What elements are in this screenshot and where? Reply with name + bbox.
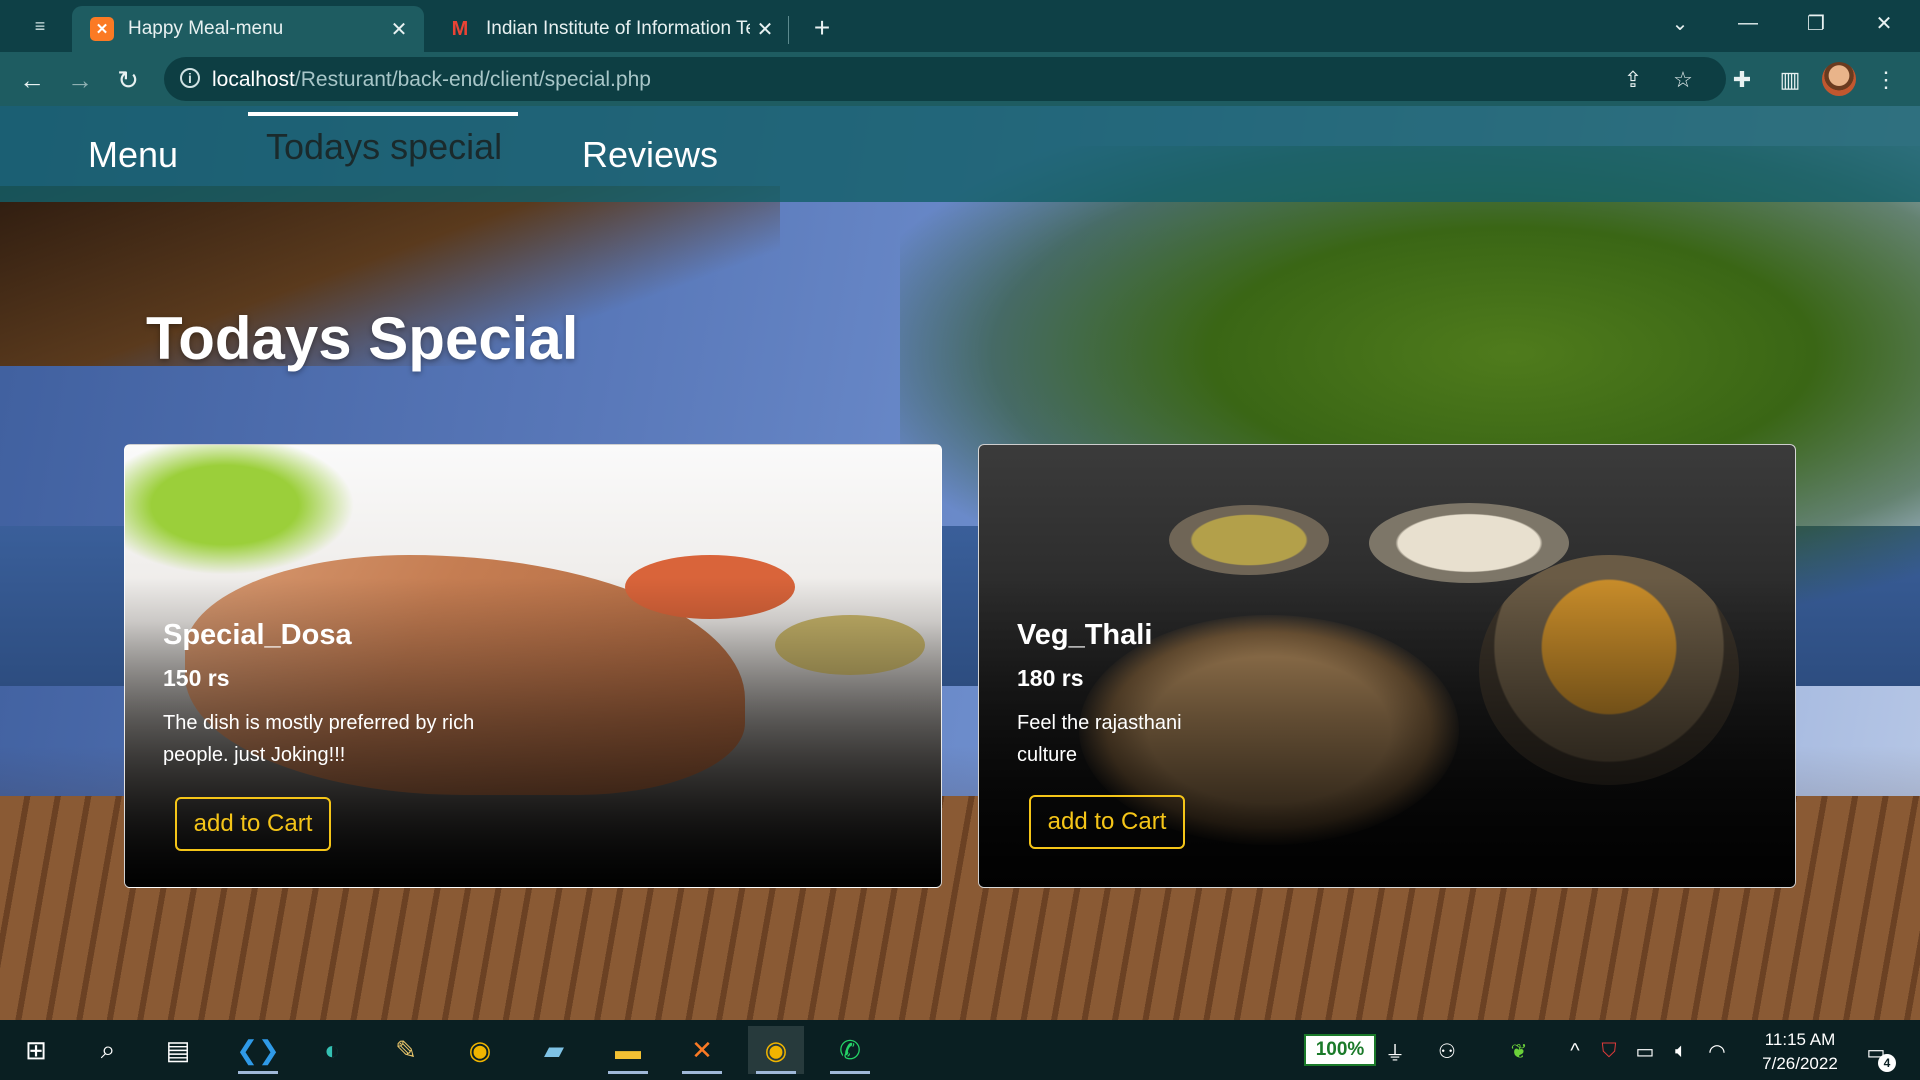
- search-icon[interactable]: ⌕: [80, 1026, 136, 1074]
- card-price: 150 rs: [163, 665, 230, 691]
- chrome-icon[interactable]: ◉: [452, 1026, 508, 1074]
- edge-icon[interactable]: ◐: [304, 1026, 360, 1074]
- add-to-cart-button[interactable]: add to Cart: [1029, 795, 1185, 849]
- clock-date: 7/26/2022: [1762, 1054, 1838, 1073]
- side-panel-icon[interactable]: ▥: [1772, 62, 1808, 98]
- antivirus-shield-icon[interactable]: ⛉: [1594, 1036, 1624, 1066]
- card-title: Veg_Thali: [1017, 619, 1153, 651]
- minimize-icon[interactable]: —: [1718, 6, 1778, 40]
- wifi-icon[interactable]: ◠: [1702, 1036, 1732, 1066]
- gmail-icon: M: [451, 17, 469, 40]
- restore-icon[interactable]: ❐: [1786, 6, 1846, 40]
- back-arrow-icon[interactable]: ←: [14, 62, 50, 98]
- page-viewport: Menu Todays special Reviews Todays Speci…: [0, 106, 1920, 1020]
- close-tab-icon[interactable]: ✕: [384, 17, 414, 42]
- tab-list-chevron-icon[interactable]: ⌄: [1650, 6, 1710, 40]
- close-window-icon[interactable]: ✕: [1854, 6, 1914, 40]
- tab-search-icon[interactable]: ≡: [20, 12, 60, 40]
- reload-icon[interactable]: ↻: [110, 62, 146, 98]
- card-price: 180 rs: [1017, 665, 1084, 691]
- tab-separator: [788, 16, 789, 44]
- notes-app-icon[interactable]: ▰: [526, 1026, 582, 1074]
- nav-link-menu[interactable]: Menu: [88, 134, 178, 176]
- forward-arrow-icon[interactable]: →: [62, 62, 98, 98]
- plug-icon[interactable]: ⏚: [1380, 1036, 1410, 1066]
- site-info-icon[interactable]: i: [180, 68, 200, 88]
- xampp-icon: ✕: [90, 17, 114, 41]
- bookmark-star-icon[interactable]: ☆: [1668, 65, 1698, 95]
- chevron-up-icon[interactable]: ^: [1560, 1036, 1590, 1066]
- address-bar[interactable]: i localhost/Resturant/back-end/client/sp…: [164, 57, 1726, 101]
- profile-avatar[interactable]: [1822, 62, 1856, 96]
- notification-count: 4: [1878, 1054, 1896, 1072]
- task-view-icon[interactable]: ▤: [150, 1026, 206, 1074]
- card-title: Special_Dosa: [163, 619, 352, 651]
- site-navbar: Menu Todays special Reviews: [0, 106, 1920, 202]
- clock-time: 11:15 AM: [1764, 1030, 1836, 1049]
- notification-center-icon[interactable]: ▭ 4: [1858, 1036, 1896, 1072]
- taskbar-clock[interactable]: 11:15 AM 7/26/2022: [1740, 1028, 1860, 1076]
- volume-icon[interactable]: 🔈︎: [1666, 1036, 1696, 1066]
- vscode-icon[interactable]: ❮❯: [230, 1026, 286, 1074]
- browser-toolbar: ← → ↻ i localhost/Resturant/back-end/cli…: [0, 52, 1920, 106]
- close-tab-icon[interactable]: ✕: [750, 17, 780, 42]
- add-to-cart-button[interactable]: add to Cart: [175, 797, 331, 851]
- paint-icon[interactable]: ✎: [378, 1026, 434, 1074]
- active-nav-underline: [248, 112, 518, 116]
- tab-happy-meal-menu[interactable]: ✕ Happy Meal-menu ✕: [72, 6, 424, 52]
- whatsapp-icon[interactable]: ✆: [822, 1026, 878, 1074]
- share-icon[interactable]: ⇪: [1618, 65, 1648, 95]
- chrome-profile-icon[interactable]: ◉: [748, 1026, 804, 1074]
- nav-link-todays-special[interactable]: Todays special: [266, 126, 502, 168]
- tab-title: Happy Meal-menu: [128, 18, 284, 39]
- browser-chrome: ≡ ✕ Happy Meal-menu ✕ M Indian Institute…: [0, 0, 1920, 106]
- file-explorer-icon[interactable]: ▬: [600, 1026, 656, 1074]
- battery-percentage: 100%: [1304, 1034, 1376, 1066]
- card-description: The dish is mostly preferred by rich peo…: [163, 712, 475, 766]
- extensions-puzzle-icon[interactable]: ✚: [1724, 62, 1760, 98]
- page-title: Todays Special: [146, 305, 579, 372]
- special-card-dosa: Special_Dosa 150 rs The dish is mostly p…: [124, 444, 942, 888]
- people-icon[interactable]: ⚇: [1432, 1036, 1462, 1066]
- menu-kebab-icon[interactable]: ⋮: [1868, 62, 1904, 98]
- tab-gmail[interactable]: M Indian Institute of Information Te ✕: [430, 6, 790, 52]
- nav-link-reviews[interactable]: Reviews: [582, 134, 718, 176]
- url-text[interactable]: localhost/Resturant/back-end/client/spec…: [212, 68, 651, 92]
- special-card-thali: Veg_Thali 180 rs Feel the rajasthani cul…: [978, 444, 1796, 888]
- battery-icon[interactable]: ▭: [1630, 1036, 1660, 1066]
- windows-start-icon[interactable]: ⊞: [8, 1026, 64, 1074]
- xampp-icon[interactable]: ✕: [674, 1026, 730, 1074]
- tab-strip: ≡ ✕ Happy Meal-menu ✕ M Indian Institute…: [0, 0, 1920, 52]
- card-description: Feel the rajasthani culture: [1017, 712, 1182, 766]
- new-tab-button[interactable]: +: [804, 10, 840, 46]
- tab-title: Indian Institute of Information Te: [486, 18, 750, 39]
- leaf-app-icon[interactable]: ❦: [1504, 1036, 1534, 1066]
- windows-taskbar: ⊞ ⌕ ▤ ❮❯ ◐ ✎ ◉ ▰ ▬ ✕ ◉ ✆ 100% ⏚ ⚇ ❦ ^ ⛉ …: [0, 1020, 1920, 1080]
